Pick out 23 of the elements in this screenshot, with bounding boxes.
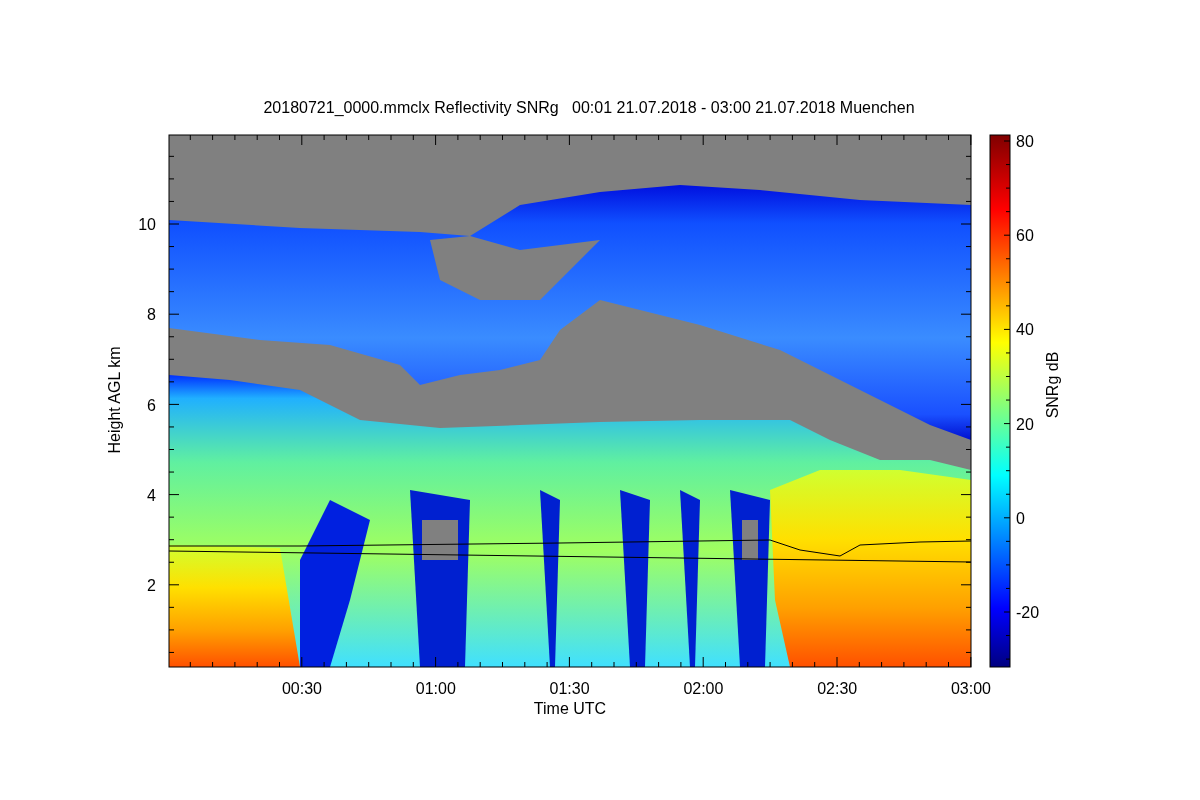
tick-label: 2 [147, 577, 156, 594]
tick-label: 02:00 [683, 680, 724, 697]
tick-label: 6 [147, 396, 156, 414]
plot-title: 20180721_0000.mmclx Reflectivity SNRg 00:01 21.07.2018 - 03:00 21.07.2018 Muenchen [263, 99, 915, 116]
tick-label: 4 [147, 486, 156, 504]
tick-label: 20 [1016, 415, 1034, 433]
no-echo-region [742, 520, 758, 560]
tick-label: 8 [147, 306, 156, 324]
tick-label: 01:30 [549, 680, 590, 697]
tick-label: 40 [1016, 321, 1034, 339]
tick-label: 0 [1016, 509, 1025, 527]
tick-label: 00:30 [282, 680, 322, 697]
tick-label: 60 [1016, 227, 1034, 245]
no-echo-region [422, 520, 458, 560]
tick-label: 10 [138, 216, 156, 234]
axis-label: Time UTC [533, 700, 607, 717]
tick-label: 02:30 [817, 680, 858, 697]
colorbar-label: SNRg dB [1044, 351, 1061, 419]
tick-label: 03:00 [951, 680, 991, 697]
axis-label: Height AGL km [106, 346, 123, 454]
tick-label: 80 [1016, 133, 1034, 150]
tick-label: -20 [1016, 604, 1040, 621]
tick-label: 01:00 [415, 680, 456, 697]
